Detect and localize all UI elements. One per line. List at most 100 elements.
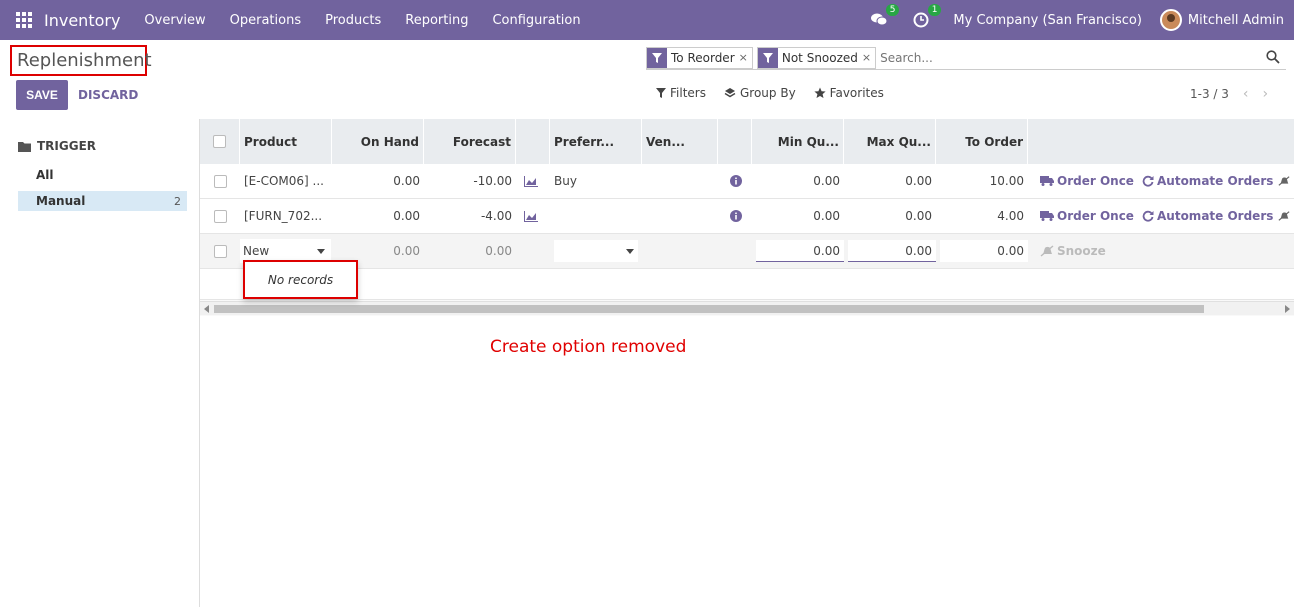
facet-not-snoozed: Not Snoozed × [756, 46, 877, 69]
menu-operations[interactable]: Operations [218, 13, 313, 28]
app-brand[interactable]: Inventory [44, 11, 120, 30]
company-switcher[interactable]: My Company (San Francisco) [953, 13, 1141, 28]
header-min-qty[interactable]: Min Qu... [752, 119, 844, 164]
header-max-qty[interactable]: Max Qu... [844, 119, 936, 164]
cell-max-qty[interactable]: 0.00 [844, 164, 936, 198]
search-panel: TRIGGER All Manual 2 [0, 119, 200, 607]
row-select[interactable] [200, 199, 240, 233]
cell-to-order[interactable]: 4.00 [936, 199, 1028, 233]
cell-vendor[interactable] [642, 164, 718, 198]
cell-to-order[interactable]: 10.00 [936, 164, 1028, 198]
trigger-header: TRIGGER [18, 139, 96, 153]
editable-new-row[interactable]: New 0.00 0.00 0.00 0.00 0.00 Snooze [200, 234, 1294, 269]
user-avatar[interactable] [1159, 9, 1182, 31]
table-row[interactable]: [E-COM06] ... 0.00 -10.00 Buy 0.00 0.00 … [200, 164, 1294, 199]
header-on-hand[interactable]: On Hand [332, 119, 424, 164]
menu-reporting[interactable]: Reporting [393, 13, 480, 28]
trigger-header-label: TRIGGER [37, 139, 97, 153]
snooze-button[interactable] [1274, 199, 1294, 233]
top-navbar: Inventory Overview Operations Products R… [0, 0, 1294, 40]
scroll-thumb[interactable] [214, 305, 1204, 313]
checkbox[interactable] [213, 135, 226, 148]
header-to-order[interactable]: To Order [936, 119, 1028, 164]
search-input[interactable] [880, 46, 1286, 69]
header-forecast[interactable]: Forecast [424, 119, 516, 164]
bell-slash-icon [1278, 211, 1290, 221]
header-vendor[interactable]: Ven... [642, 119, 718, 164]
apps-grid-icon[interactable] [16, 12, 32, 28]
title-highlight: Replenishment [10, 45, 152, 76]
automate-orders-button[interactable]: Automate Orders [1138, 199, 1277, 233]
pager-prev-button[interactable]: ‹ [1243, 86, 1249, 102]
pager-value[interactable]: 1-3 / 3 [1190, 87, 1229, 101]
activities-button[interactable]: 1 [911, 4, 942, 30]
checkbox[interactable] [213, 209, 227, 223]
max-qty-input[interactable]: 0.00 [848, 240, 936, 262]
order-once-button[interactable]: Order Once [1036, 164, 1138, 198]
discard-button[interactable]: DISCARD [78, 80, 138, 110]
search-icon[interactable] [1266, 50, 1280, 68]
messages-button[interactable]: 5 [869, 4, 900, 30]
activities-badge: 1 [927, 4, 942, 16]
sidebar-item-manual[interactable]: Manual 2 [18, 191, 187, 211]
row-select[interactable] [200, 234, 240, 268]
menu-configuration[interactable]: Configuration [480, 13, 592, 28]
table-row[interactable]: [FURN_702... 0.00 -4.00 0.00 0.00 4.00 O… [200, 199, 1294, 234]
info-button[interactable] [726, 164, 752, 198]
filters-button[interactable]: Filters [656, 86, 706, 100]
preferred-route-select[interactable] [554, 240, 638, 262]
min-qty-input[interactable]: 0.00 [756, 240, 844, 262]
filter-icon [757, 47, 778, 68]
cell-vendor[interactable] [642, 199, 718, 233]
close-icon[interactable]: × [862, 48, 875, 68]
cell-min-qty[interactable]: 0.00 [752, 199, 844, 233]
header-product[interactable]: Product [240, 119, 332, 164]
menu-overview[interactable]: Overview [132, 13, 217, 28]
pager: 1-3 / 3 ‹ › [1190, 86, 1268, 102]
bell-slash-icon [1278, 176, 1290, 186]
star-icon [814, 87, 826, 98]
cell-min-qty[interactable]: 0.00 [752, 164, 844, 198]
to-order-input[interactable]: 0.00 [940, 240, 1028, 262]
order-once-label: Order Once [1057, 174, 1134, 188]
snooze-button[interactable] [1274, 164, 1294, 198]
cell-product[interactable]: [E-COM06] ... [240, 164, 332, 198]
automate-orders-button[interactable]: Automate Orders [1138, 164, 1277, 198]
checkbox[interactable] [213, 244, 227, 258]
automate-orders-label: Automate Orders [1157, 209, 1274, 223]
annotation-text: Create option removed [490, 337, 687, 357]
facet-label: Not Snoozed [781, 50, 858, 65]
user-menu[interactable]: Mitchell Admin [1188, 13, 1284, 28]
group-by-button[interactable]: Group By [724, 86, 796, 100]
close-icon[interactable]: × [739, 48, 752, 68]
header-preferred-route[interactable]: Preferr... [550, 119, 642, 164]
cell-preferred-route[interactable]: Buy [550, 164, 642, 198]
cell-forecast: -4.00 [480, 209, 512, 223]
favorites-button[interactable]: Favorites [814, 86, 884, 100]
autocomplete-dropdown: No records [243, 260, 358, 299]
chevron-down-icon[interactable] [626, 248, 634, 254]
menu-products[interactable]: Products [313, 13, 393, 28]
chevron-down-icon[interactable] [317, 249, 325, 254]
snooze-button[interactable]: Snooze [1036, 234, 1110, 268]
save-button[interactable]: SAVE [16, 80, 68, 110]
row-select[interactable] [200, 164, 240, 198]
snooze-label: Snooze [1057, 244, 1106, 258]
cell-preferred-route[interactable] [550, 199, 642, 233]
forecast-graph-button[interactable] [520, 164, 550, 198]
forecast-graph-button[interactable] [520, 199, 550, 233]
info-button[interactable] [726, 199, 752, 233]
horizontal-scrollbar[interactable] [200, 301, 1294, 315]
checkbox[interactable] [213, 174, 227, 188]
product-input-value[interactable]: New [243, 244, 269, 258]
order-once-button[interactable]: Order Once [1036, 199, 1138, 233]
cell-product[interactable]: [FURN_702... [240, 199, 332, 233]
header-select-all[interactable] [200, 119, 240, 164]
scroll-right-icon[interactable] [1285, 305, 1290, 313]
scroll-left-icon[interactable] [204, 305, 209, 313]
pager-next-button[interactable]: › [1263, 86, 1269, 102]
area-chart-icon [524, 175, 538, 187]
cell-max-qty[interactable]: 0.00 [844, 199, 936, 233]
empty-row [200, 269, 1294, 300]
sidebar-item-all[interactable]: All [18, 165, 187, 185]
